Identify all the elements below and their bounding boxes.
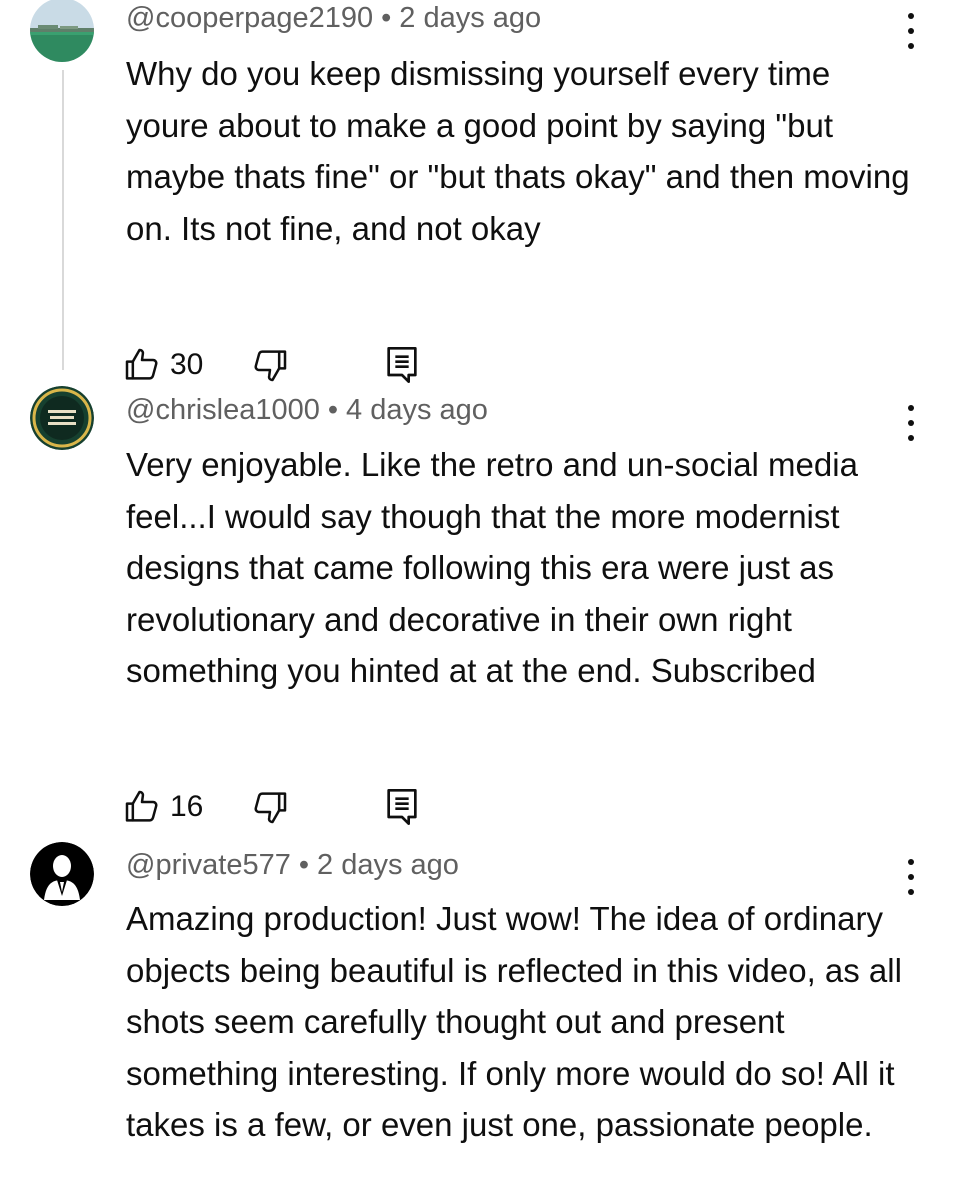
landscape-avatar-icon	[30, 0, 94, 62]
thumbs-down-icon	[254, 792, 287, 824]
comment-author[interactable]: @private577	[126, 849, 291, 881]
thread-line	[62, 70, 64, 370]
thumbs-down-icon	[254, 350, 287, 382]
comment-meta: @private577 • 2 days ago	[126, 847, 459, 883]
reply-icon	[387, 347, 417, 383]
comment-actions: 16	[122, 787, 420, 827]
comment-timestamp[interactable]: 4 days ago	[346, 394, 488, 426]
more-options-button[interactable]	[896, 857, 926, 897]
like-count: 16	[170, 790, 204, 823]
avatar[interactable]	[30, 386, 94, 450]
more-options-button[interactable]	[896, 11, 926, 51]
like-count: 30	[170, 348, 204, 381]
emblem-avatar-icon	[30, 386, 94, 450]
reply-button[interactable]	[384, 345, 420, 385]
more-vertical-icon	[908, 859, 914, 865]
comment-timestamp[interactable]: 2 days ago	[399, 2, 541, 34]
dislike-button[interactable]	[250, 787, 290, 827]
avatar[interactable]	[30, 0, 94, 62]
dislike-button[interactable]	[250, 345, 290, 385]
separator-dot: •	[298, 849, 310, 881]
comment-meta: @cooperpage2190 • 2 days ago	[126, 0, 541, 36]
comment-actions: 30	[122, 345, 420, 385]
comment-text: Amazing production! Just wow! The idea o…	[126, 900, 902, 1143]
thumbs-up-icon	[125, 790, 158, 822]
comment-author[interactable]: @cooperpage2190	[126, 2, 373, 34]
separator-dot: •	[327, 394, 339, 426]
more-options-button[interactable]	[896, 403, 926, 443]
suit-figure-avatar-icon	[30, 842, 94, 906]
separator-dot: •	[381, 2, 392, 34]
like-button[interactable]: 16	[122, 787, 224, 827]
comment-text: Why do you keep dismissing yourself ever…	[126, 55, 910, 247]
avatar[interactable]	[30, 842, 94, 906]
thumbs-up-icon	[125, 348, 158, 380]
comment-text: Very enjoyable. Like the retro and un-so…	[126, 446, 858, 689]
comment-meta: @chrislea1000 • 4 days ago	[126, 392, 488, 428]
more-vertical-icon	[908, 405, 914, 411]
more-vertical-icon	[908, 13, 914, 19]
comment-timestamp[interactable]: 2 days ago	[317, 849, 459, 881]
reply-button[interactable]	[384, 787, 420, 827]
comment-author[interactable]: @chrislea1000	[126, 394, 320, 426]
reply-icon	[387, 789, 417, 825]
like-button[interactable]: 30	[122, 345, 224, 385]
